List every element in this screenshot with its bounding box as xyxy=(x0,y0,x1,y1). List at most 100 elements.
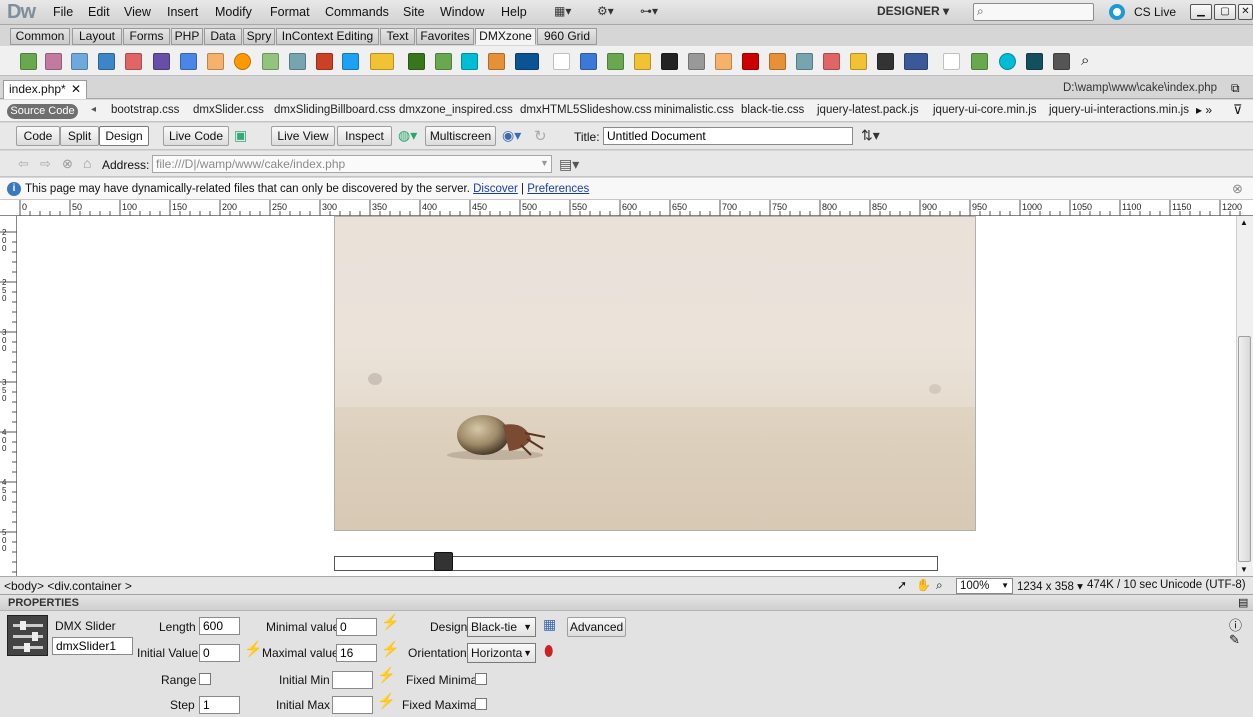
scroll-down-icon[interactable]: ▼ xyxy=(1240,565,1248,574)
initial-max-input[interactable] xyxy=(332,696,373,714)
tab-spry[interactable]: Spry xyxy=(243,28,275,45)
chart-icon[interactable] xyxy=(408,53,425,70)
menu-format[interactable]: Format xyxy=(270,5,310,19)
tab-960-grid[interactable]: 960 Grid xyxy=(537,28,597,45)
dmx-icon-17[interactable] xyxy=(461,53,478,70)
dmx-icon-10[interactable] xyxy=(262,53,279,70)
rss-icon[interactable] xyxy=(715,53,732,70)
fixed-min-checkbox[interactable] xyxy=(475,673,487,685)
zoom-select[interactable]: 100% ▼ xyxy=(956,578,1013,594)
bolt-icon[interactable]: ⚡ xyxy=(381,615,400,630)
dmx-icon-5[interactable] xyxy=(125,53,142,70)
scroll-right-icon[interactable]: ▸ » xyxy=(1196,103,1212,117)
discover-link[interactable]: Discover xyxy=(473,183,518,195)
facebook-icon[interactable] xyxy=(904,53,928,70)
dmx-icon-29[interactable] xyxy=(796,53,813,70)
tab-common[interactable]: Common xyxy=(10,28,70,45)
length-input[interactable] xyxy=(199,617,240,635)
related-file[interactable]: dmxSlider.css xyxy=(193,104,264,116)
back-icon[interactable]: ⇦ xyxy=(18,156,29,172)
forward-icon[interactable]: ⇨ xyxy=(40,156,51,172)
menu-site[interactable]: Site xyxy=(403,5,425,19)
slider-handle[interactable] xyxy=(434,552,453,571)
initial-value-input[interactable] xyxy=(199,644,240,662)
menu-window[interactable]: Window xyxy=(440,5,484,19)
related-file[interactable]: bootstrap.css xyxy=(111,104,179,116)
inspect-button[interactable]: Inspect xyxy=(337,126,392,146)
search-icon[interactable]: ⌕ xyxy=(1081,52,1089,69)
related-file[interactable]: dmxzone_inspired.css xyxy=(399,104,513,116)
zoom-tool-icon[interactable]: ⌕ xyxy=(936,578,943,593)
menu-commands[interactable]: Commands xyxy=(325,5,389,19)
min-value-input[interactable] xyxy=(336,618,377,636)
close-button[interactable]: ✕ xyxy=(1238,4,1253,20)
advanced-button[interactable]: Advanced xyxy=(567,617,626,637)
dmx-icon-12[interactable] xyxy=(316,53,333,70)
dmx-icon-19[interactable] xyxy=(515,53,539,70)
tab-dmxzone[interactable]: DMXzone xyxy=(475,28,536,45)
dmx-icon-4[interactable] xyxy=(98,53,115,70)
cs-live-label[interactable]: CS Live xyxy=(1134,5,1176,19)
menu-modify[interactable]: Modify xyxy=(215,5,252,19)
dmx-icon-2[interactable] xyxy=(45,53,62,70)
initial-min-input[interactable] xyxy=(332,671,373,689)
scroll-left-icon[interactable]: ◂ xyxy=(91,104,96,115)
tab-incontext-editing[interactable]: InContext Editing xyxy=(276,28,379,45)
tag-selector[interactable]: <body> <div.container > xyxy=(4,579,132,593)
check-browser-icon[interactable]: ▣ xyxy=(234,127,247,144)
hand-tool-icon[interactable]: ✋ xyxy=(916,578,931,592)
preferences-link[interactable]: Preferences xyxy=(527,183,589,195)
related-file[interactable]: black-tie.css xyxy=(741,104,804,116)
live-code-button[interactable]: Live Code xyxy=(163,126,229,146)
video-icon[interactable] xyxy=(877,53,894,70)
properties-panel-header[interactable] xyxy=(0,594,1253,611)
menu-insert[interactable]: Insert xyxy=(167,5,198,19)
code-view-button[interactable]: Code xyxy=(16,126,60,146)
scroll-up-icon[interactable]: ▲ xyxy=(1240,218,1248,227)
theme-grid-icon[interactable]: ▦ xyxy=(543,616,556,633)
design-view-button[interactable]: Design xyxy=(99,126,149,146)
edit-icon[interactable]: ✎ xyxy=(1229,632,1240,648)
menu-file[interactable]: File xyxy=(53,5,73,19)
help-search-input[interactable]: ⌕ xyxy=(973,3,1094,21)
close-info-icon[interactable]: ⊗ xyxy=(1232,181,1243,197)
close-tab-icon[interactable]: ✕ xyxy=(71,81,81,98)
fullscreen-icon[interactable] xyxy=(943,53,960,70)
stop-icon[interactable]: ⊗ xyxy=(62,156,73,172)
site-icon[interactable]: ⊶▾ xyxy=(640,4,668,20)
dmx-icon-25[interactable] xyxy=(688,53,705,70)
dmx-icon-37[interactable] xyxy=(1026,53,1043,70)
design-select[interactable]: Black-tie ▼ xyxy=(467,617,536,637)
refresh-icon[interactable]: ↻ xyxy=(534,127,547,145)
document-tab[interactable]: index.php* ✕ xyxy=(3,80,87,99)
dmx-icon-6[interactable] xyxy=(153,53,170,70)
orientation-select[interactable]: Horizonta ▼ xyxy=(467,643,536,663)
source-code-tab[interactable]: Source Code xyxy=(7,104,78,119)
globe-icon[interactable]: ◍▾ xyxy=(398,127,417,144)
dmx-icon-1[interactable] xyxy=(20,53,37,70)
window-size[interactable]: 1234 x 358 ▾ xyxy=(1017,579,1083,593)
bolt-icon[interactable]: ⚡ xyxy=(377,668,396,683)
menu-help[interactable]: Help xyxy=(501,5,527,19)
dmx-icon-3[interactable] xyxy=(71,53,88,70)
select-tool-icon[interactable]: ➚ xyxy=(897,578,907,592)
bolt-icon[interactable]: ⚡ xyxy=(244,642,263,657)
twitter-icon[interactable] xyxy=(342,53,359,70)
tab-data[interactable]: Data xyxy=(204,28,242,45)
live-view-button[interactable]: Live View xyxy=(271,126,335,146)
menu-view[interactable]: View xyxy=(124,5,151,19)
gear-icon[interactable]: ⚙▾ xyxy=(597,4,625,20)
max-value-input[interactable] xyxy=(336,644,377,662)
tab-text[interactable]: Text xyxy=(380,28,415,45)
dmx-icon-23[interactable] xyxy=(634,53,651,70)
dmx-icon-21[interactable] xyxy=(580,53,597,70)
home-icon[interactable]: ⌂ xyxy=(83,155,91,171)
vertical-scroll-thumb[interactable] xyxy=(1238,336,1251,562)
multiscreen-button[interactable]: Multiscreen xyxy=(425,126,496,146)
dmx-icon-24[interactable] xyxy=(661,53,678,70)
range-checkbox[interactable] xyxy=(199,673,211,685)
visual-aids-icon[interactable]: ◉▾ xyxy=(502,127,521,144)
file-management-icon[interactable]: ⇅▾ xyxy=(861,127,880,144)
dmx-icon-22[interactable] xyxy=(607,53,624,70)
related-file[interactable]: jquery-latest.pack.js xyxy=(817,104,919,116)
